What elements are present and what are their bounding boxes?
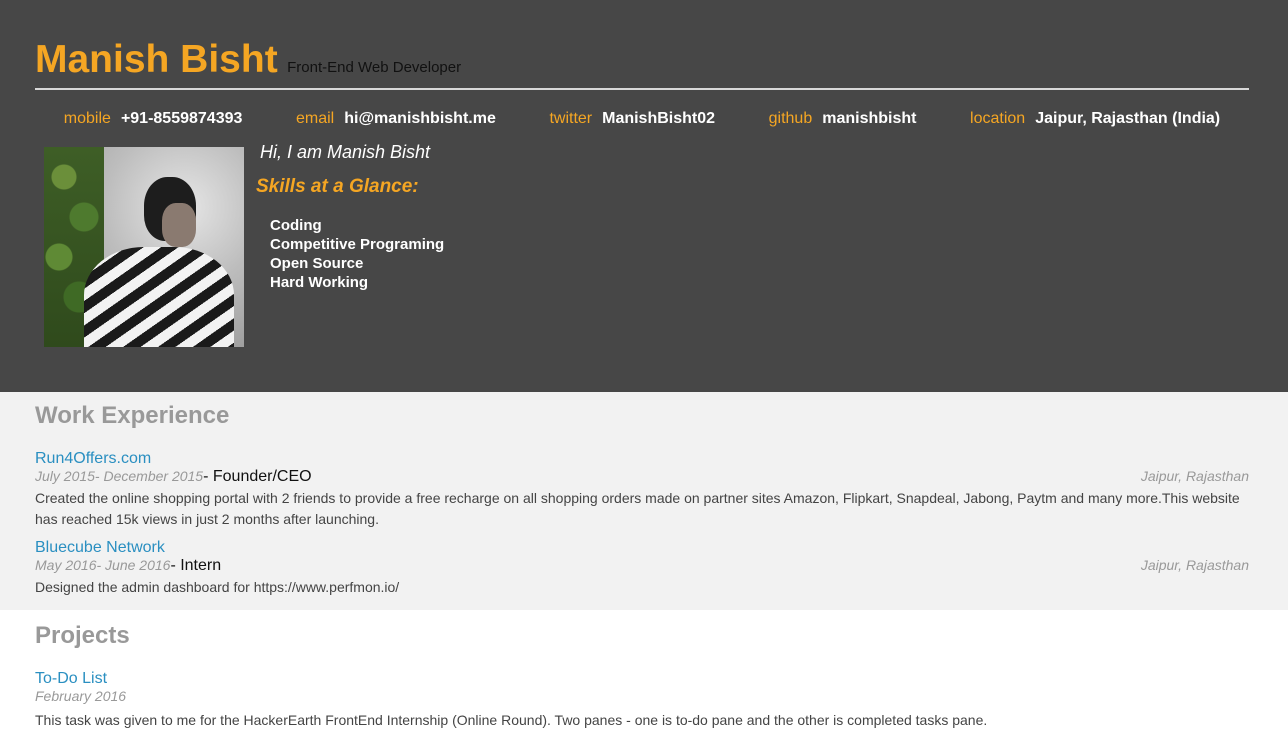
page-title: Manish Bisht — [35, 38, 278, 81]
contact-value[interactable]: manishbisht — [822, 110, 916, 127]
project-description: This task was given to me for the Hacker… — [35, 712, 988, 728]
entry-position: - Intern — [170, 557, 222, 574]
intro-text: Hi, I am Manish Bisht Skills at a Glance… — [256, 142, 444, 347]
greeting: Hi, I am Manish Bisht — [260, 142, 431, 162]
entry-dates: July 2015- December 2015 — [35, 468, 204, 484]
project-date: February 2016 — [35, 688, 127, 704]
skill-item: Coding — [270, 217, 322, 234]
contact-value[interactable]: hi@manishbisht.me — [344, 110, 496, 127]
intro-section: Hi, I am Manish Bisht Skills at a Glance… — [44, 142, 1249, 347]
contact-mobile: mobile +91-8559874393 — [64, 110, 243, 138]
skills-heading: Skills at a Glance: — [256, 176, 419, 197]
contact-github: github manishbisht — [769, 110, 917, 138]
photo-shirt — [84, 247, 234, 347]
entry-description: Created the online shopping portal with … — [35, 490, 1240, 527]
title-row: Manish Bisht Front-End Web Developer — [35, 0, 1249, 90]
project-link[interactable]: To-Do List — [35, 670, 107, 688]
entry-meta: May 2016- June 2016- Intern Jaipur, Raja… — [35, 557, 1249, 575]
profile-photo — [44, 147, 244, 347]
skill-item: Open Source — [270, 255, 364, 272]
photo-face — [162, 203, 196, 247]
entry-position: - Founder/CEO — [203, 468, 312, 485]
entry-meta: July 2015- December 2015- Founder/CEO Ja… — [35, 468, 1249, 486]
contact-value[interactable]: +91-8559874393 — [121, 110, 242, 127]
contact-location: location Jaipur, Rajasthan (India) — [970, 110, 1220, 138]
work-entry: Run4Offers.com July 2015- December 2015-… — [35, 450, 1249, 530]
contact-email: email hi@manishbisht.me — [296, 110, 496, 138]
entry-location: Jaipur, Rajasthan — [1140, 468, 1249, 484]
contact-label: twitter — [549, 110, 593, 127]
work-experience-section: Work Experience Run4Offers.com July 2015… — [0, 392, 1288, 610]
contact-value: Jaipur, Rajasthan (India) — [1035, 110, 1221, 127]
skill-item: Hard Working — [270, 274, 369, 291]
contact-label: github — [768, 110, 813, 127]
projects-section: Projects To-Do List February 2016 This t… — [0, 610, 1288, 731]
contact-label: mobile — [63, 110, 111, 127]
contact-label: email — [295, 110, 335, 127]
company-link[interactable]: Bluecube Network — [35, 539, 165, 557]
company-link[interactable]: Run4Offers.com — [35, 450, 151, 468]
entry-dates: May 2016- June 2016 — [35, 557, 171, 573]
contact-twitter: twitter ManishBisht02 — [549, 110, 715, 138]
contact-label: location — [970, 110, 1026, 127]
contact-value[interactable]: ManishBisht02 — [602, 110, 715, 127]
work-entry: Bluecube Network May 2016- June 2016- In… — [35, 539, 1249, 598]
contact-bar: mobile +91-8559874393 email hi@manishbisht… — [35, 90, 1249, 138]
job-title: Front-End Web Developer — [287, 59, 462, 76]
work-experience-heading: Work Experience — [35, 402, 230, 429]
projects-heading: Projects — [35, 622, 130, 649]
skills-list: Coding Competitive Programing Open Sourc… — [270, 216, 444, 292]
entry-location: Jaipur, Rajasthan — [1140, 557, 1249, 573]
entry-description: Designed the admin dashboard for https:/… — [35, 579, 400, 595]
header: Manish Bisht Front-End Web Developer mob… — [0, 0, 1288, 392]
project-entry: To-Do List February 2016 This task was g… — [35, 670, 1249, 731]
skill-item: Competitive Programing — [270, 236, 445, 253]
